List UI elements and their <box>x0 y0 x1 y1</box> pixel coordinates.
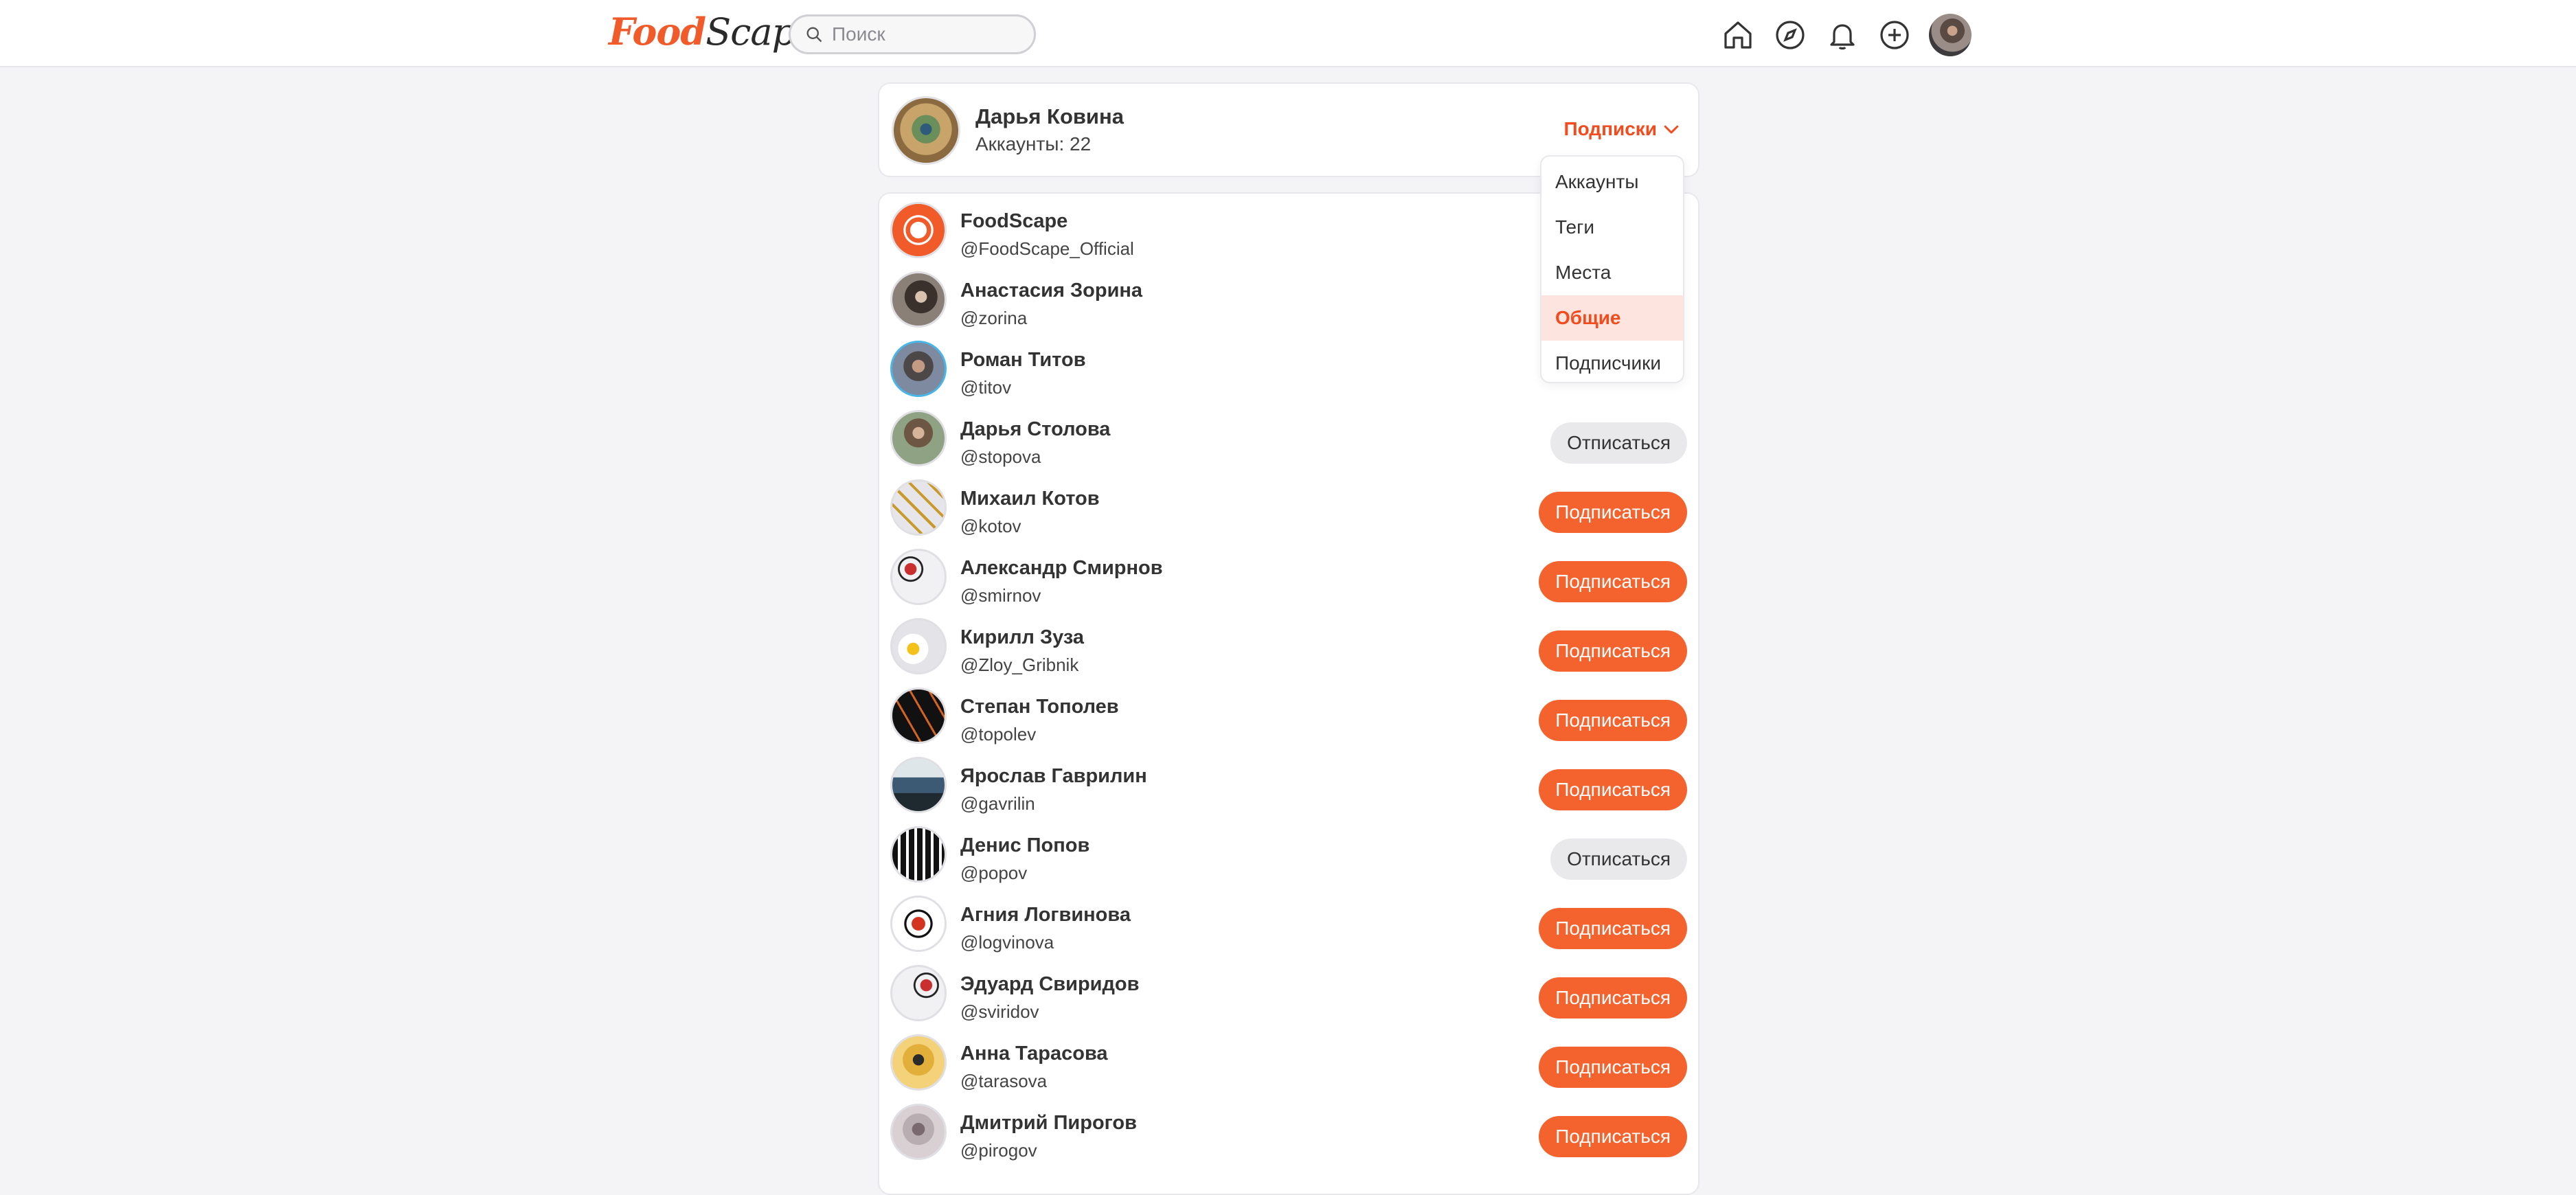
accounts-count: Аккаунты: 22 <box>975 133 1092 155</box>
account-name[interactable]: Михаил Котов <box>960 488 1100 510</box>
account-name[interactable]: Кирилл Зуза <box>960 626 1084 649</box>
avatar[interactable] <box>890 896 947 952</box>
account-handle: @kotov <box>960 516 1021 536</box>
avatar[interactable] <box>890 271 947 328</box>
account-handle: @zorina <box>960 308 1028 328</box>
subscribe-button[interactable]: Подписаться <box>1539 561 1687 602</box>
home-button[interactable] <box>1717 14 1759 56</box>
account-name[interactable]: Эдуард Свиридов <box>960 973 1139 996</box>
account-handle: @gavrilin <box>960 793 1035 814</box>
list-item[interactable]: Дмитрий Пирогов @pirogov Подписаться <box>879 1097 1701 1166</box>
list-item[interactable]: Дарья Столова @stopova Отписаться <box>879 403 1701 473</box>
account-handle: @smirnov <box>960 585 1041 606</box>
account-handle: @logvinova <box>960 932 1054 953</box>
account-name[interactable]: Дмитрий Пирогов <box>960 1112 1137 1135</box>
account-name[interactable]: Анастасия Зорина <box>960 280 1142 302</box>
list-item[interactable]: Денис Попов @popov Отписаться <box>879 819 1701 889</box>
account-name[interactable]: Ярослав Гаврилин <box>960 765 1147 788</box>
avatar[interactable] <box>890 479 947 536</box>
account-name[interactable]: Денис Попов <box>960 834 1089 857</box>
account-name[interactable]: Александр Смирнов <box>960 557 1163 580</box>
list-item[interactable]: Кирилл Зуза @Zloy_Gribnik Подписаться <box>879 611 1701 681</box>
account-handle: @Zloy_Gribnik <box>960 655 1079 675</box>
menu-item-places[interactable]: Места <box>1541 250 1683 295</box>
subscriptions-label: Подписки <box>1563 118 1657 139</box>
create-post-button[interactable] <box>1874 14 1915 56</box>
subscribe-button[interactable]: Подписаться <box>1539 700 1687 741</box>
search-icon <box>806 27 822 43</box>
explore-button[interactable] <box>1770 14 1811 56</box>
top-navbar: Food Scape <box>0 0 2576 67</box>
list-item[interactable]: Александр Смирнов @smirnov Подписаться <box>879 542 1701 611</box>
subscribe-button[interactable]: Подписаться <box>1539 492 1687 533</box>
account-name[interactable]: FoodScape <box>960 210 1067 233</box>
subscribe-button[interactable]: Подписаться <box>1539 769 1687 810</box>
profile-name: Дарья Ковина <box>975 104 1124 128</box>
subscriptions-dropdown-toggle[interactable]: Подписки <box>1563 118 1682 140</box>
user-avatar[interactable] <box>1929 14 1971 56</box>
account-name[interactable]: Агния Логвинова <box>960 904 1131 926</box>
plus-circle-icon <box>1880 21 1909 49</box>
search-box[interactable] <box>789 14 1036 54</box>
account-handle: @sviridov <box>960 1001 1039 1022</box>
account-handle: @stopova <box>960 446 1041 467</box>
bell-icon <box>1830 24 1855 50</box>
foodscape-logo[interactable]: Food Scape <box>609 10 817 58</box>
search-input[interactable] <box>832 23 1024 45</box>
menu-item-general[interactable]: Общие <box>1541 295 1683 341</box>
subscribe-button[interactable]: Подписаться <box>1539 908 1687 949</box>
nav-icons <box>1717 14 1971 56</box>
list-item[interactable]: Степан Тополев @topolev Подписаться <box>879 681 1701 750</box>
avatar[interactable] <box>890 618 947 674</box>
avatar[interactable] <box>890 549 947 605</box>
menu-item-tags[interactable]: Теги <box>1541 205 1683 250</box>
avatar[interactable] <box>890 341 947 397</box>
list-item[interactable]: Михаил Котов @kotov Подписаться <box>879 473 1701 542</box>
logo-food-text: Food <box>609 10 706 54</box>
account-name[interactable]: Анна Тарасова <box>960 1043 1108 1065</box>
profile-avatar <box>892 96 960 165</box>
avatar[interactable] <box>890 1034 947 1091</box>
chevron-down-icon <box>1664 125 1679 134</box>
notifications-button[interactable] <box>1822 14 1863 56</box>
avatar[interactable] <box>890 687 947 744</box>
home-icon <box>1724 21 1752 49</box>
account-handle: @tarasova <box>960 1071 1048 1091</box>
account-name[interactable]: Роман Титов <box>960 349 1086 372</box>
avatar[interactable] <box>890 757 947 813</box>
list-item[interactable]: Агния Логвинова @logvinova Подписаться <box>879 889 1701 958</box>
compass-icon <box>1776 21 1805 49</box>
account-handle: @popov <box>960 863 1028 883</box>
menu-item-followers[interactable]: Подписчики <box>1541 341 1683 382</box>
subscribe-button[interactable]: Подписаться <box>1539 630 1687 672</box>
account-handle: @topolev <box>960 724 1037 744</box>
account-name[interactable]: Степан Тополев <box>960 696 1119 718</box>
avatar[interactable] <box>890 410 947 466</box>
avatar[interactable] <box>890 826 947 883</box>
account-handle: @pirogov <box>960 1140 1037 1161</box>
subscribe-button[interactable]: Подписаться <box>1539 977 1687 1018</box>
list-item[interactable]: Эдуард Свиридов @sviridov Подписаться <box>879 958 1701 1027</box>
subscribe-button[interactable]: Подписаться <box>1539 1116 1687 1157</box>
unsubscribe-button[interactable]: Отписаться <box>1550 839 1687 880</box>
unsubscribe-button[interactable]: Отписаться <box>1550 422 1687 464</box>
account-name[interactable]: Дарья Столова <box>960 418 1110 441</box>
subscriptions-dropdown-menu: Аккаунты Теги Места Общие Подписчики <box>1540 155 1684 383</box>
list-item[interactable]: Ярослав Гаврилин @gavrilin Подписаться <box>879 750 1701 819</box>
account-handle: @titov <box>960 377 1012 398</box>
avatar[interactable] <box>890 202 947 258</box>
menu-item-accounts[interactable]: Аккаунты <box>1541 159 1683 205</box>
avatar[interactable] <box>890 1104 947 1160</box>
list-item[interactable]: Анна Тарасова @tarasova Подписаться <box>879 1027 1701 1097</box>
subscribe-button[interactable]: Подписаться <box>1539 1047 1687 1088</box>
account-handle: @FoodScape_Official <box>960 238 1134 259</box>
avatar[interactable] <box>890 965 947 1021</box>
